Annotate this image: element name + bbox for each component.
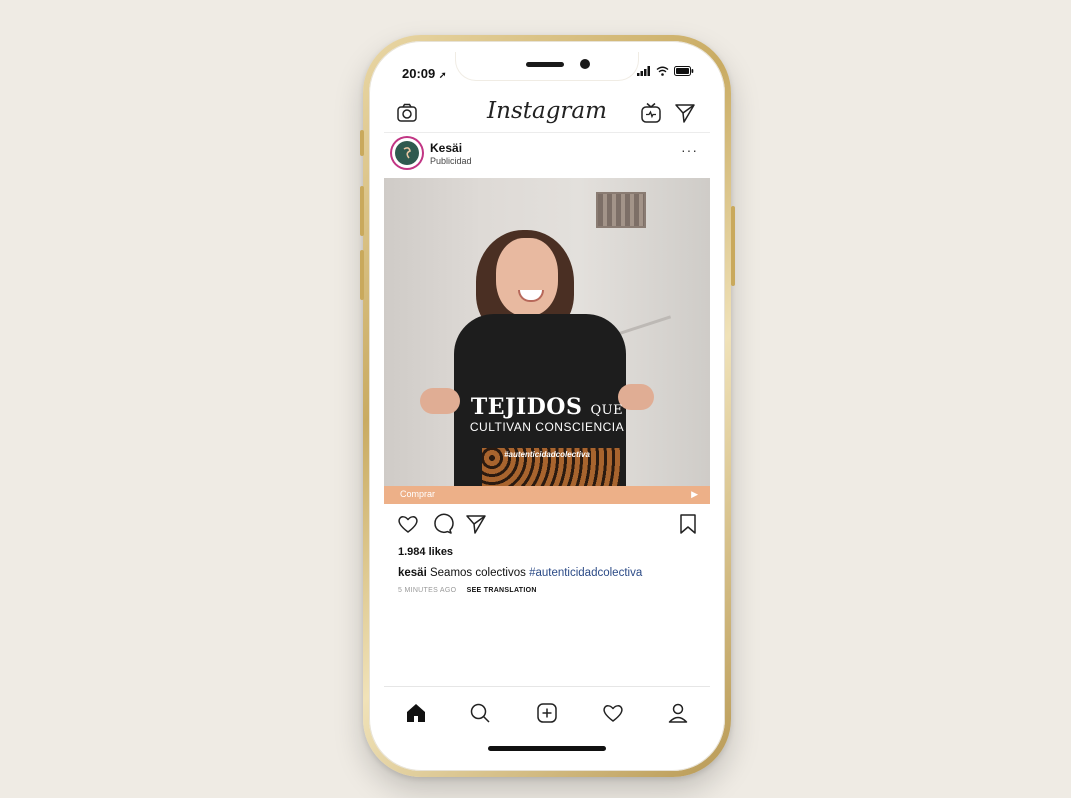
location-arrow-icon: ➚ — [438, 70, 447, 80]
signal-icon — [637, 66, 650, 76]
home-indicator[interactable] — [488, 746, 606, 751]
volume-down-button — [360, 250, 364, 300]
volume-up-button — [360, 186, 364, 236]
search-icon[interactable] — [468, 701, 492, 725]
igtv-icon[interactable] — [640, 102, 662, 124]
overlay-title-main: TEJIDOS — [470, 394, 583, 420]
post-actions — [384, 510, 710, 540]
home-icon[interactable] — [404, 701, 428, 725]
post-meta: 5 MINUTES AGO SEE TRANSLATION — [398, 587, 537, 594]
overlay-title-small: QUE — [590, 403, 624, 418]
shop-now-label: Comprar — [400, 489, 436, 499]
wall-pipe — [616, 315, 672, 336]
likes-count[interactable]: 1.984 likes — [398, 546, 453, 558]
brand-logo-icon — [395, 141, 419, 165]
person-face — [496, 238, 558, 316]
overlay-title: TEJIDOS QUE — [384, 394, 710, 420]
add-post-icon[interactable] — [535, 701, 559, 725]
comment-icon[interactable] — [430, 512, 454, 536]
shop-now-bar[interactable]: Comprar ▶ — [384, 486, 710, 504]
direct-icon[interactable] — [674, 102, 696, 124]
post-image[interactable]: TEJIDOS QUE CULTIVAN CONSCIENCIA #autent… — [384, 178, 710, 486]
speaker-grille — [526, 62, 564, 67]
status-time-text: 20:09 — [402, 66, 436, 81]
activity-heart-icon[interactable] — [601, 701, 625, 725]
heart-icon[interactable] — [396, 512, 420, 536]
wall-vent — [596, 192, 646, 228]
sponsored-label: Publicidad — [430, 156, 472, 166]
front-camera — [580, 59, 590, 69]
post-time-ago: 5 MINUTES AGO — [398, 587, 457, 594]
post-caption: kesäi Seamos colectivos #autenticidadcol… — [398, 567, 642, 579]
silent-switch — [360, 130, 364, 156]
status-time: 20:09 ➚ — [402, 66, 446, 81]
post-header: Kesäi Publicidad ··· — [384, 132, 710, 178]
caption-text: Seamos colectivos — [429, 567, 526, 579]
phone-screen: 20:09 ➚ Instagram Kesäi Publicidad ··· T… — [384, 52, 710, 768]
caption-hashtag[interactable]: #autenticidadcolectiva — [529, 567, 642, 579]
status-icons — [637, 66, 694, 76]
chevron-right-icon: ▶ — [691, 489, 698, 499]
bookmark-icon[interactable] — [676, 512, 700, 536]
instagram-header: Instagram — [384, 92, 710, 133]
battery-icon — [674, 66, 694, 76]
share-icon[interactable] — [464, 512, 488, 536]
caption-username[interactable]: kesäi — [398, 567, 427, 579]
more-options-icon[interactable]: ··· — [681, 142, 698, 158]
profile-icon[interactable] — [666, 701, 690, 725]
overlay-hashtag: #autenticidadcolectiva — [504, 450, 590, 459]
overlay-subtitle: CULTIVAN CONSCIENCIA — [469, 420, 625, 434]
post-username[interactable]: Kesäi — [430, 141, 462, 155]
notch — [456, 52, 638, 80]
power-button — [731, 206, 735, 286]
wifi-icon — [656, 66, 669, 76]
avatar[interactable] — [392, 138, 422, 168]
bottom-tab-bar — [384, 686, 710, 737]
see-translation-link[interactable]: SEE TRANSLATION — [467, 587, 537, 594]
